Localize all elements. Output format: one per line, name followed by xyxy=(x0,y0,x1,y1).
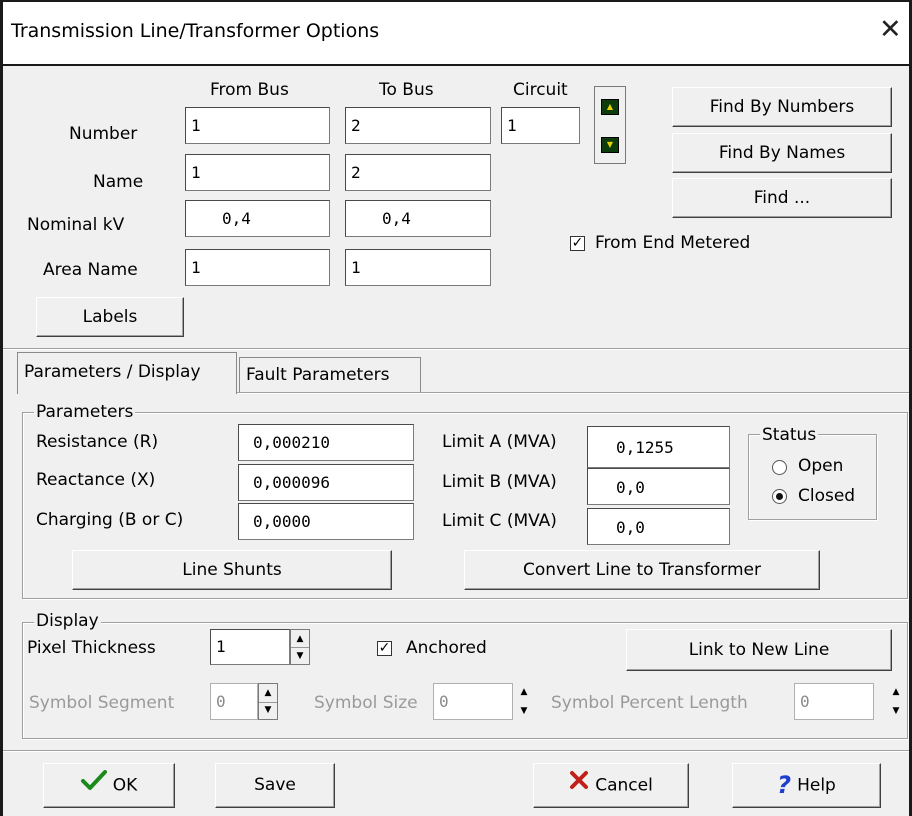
area-from-field[interactable]: 1 xyxy=(185,249,330,286)
status-group-title: Status xyxy=(760,425,819,445)
checkmark-icon xyxy=(80,764,107,807)
row-label-name: Name xyxy=(93,172,144,192)
name-to-field[interactable]: 2 xyxy=(345,154,491,191)
kv-to-field[interactable]: 0,4 xyxy=(345,200,491,237)
limit-c-field[interactable]: 0,0 xyxy=(587,508,730,545)
labels-button[interactable]: Labels xyxy=(36,297,184,337)
title-bar[interactable]: Transmission Line/Transformer Options ✕ xyxy=(3,2,909,66)
spin-up-icon[interactable]: ▲ xyxy=(887,683,905,702)
pixel-thickness-label: Pixel Thickness xyxy=(27,638,156,658)
row-label-number: Number xyxy=(69,124,138,144)
from-end-metered-label: From End Metered xyxy=(595,233,751,253)
find-button[interactable]: Find ... xyxy=(672,178,892,218)
symbol-segment-spinner[interactable]: ▲ ▼ xyxy=(258,683,278,720)
parameters-group-title: Parameters xyxy=(34,402,136,422)
spin-down-icon[interactable]: ▼ xyxy=(291,647,309,664)
circuit-field[interactable]: 1 xyxy=(501,107,580,144)
help-button[interactable]: ? Help xyxy=(732,763,881,808)
find-by-names-button[interactable]: Find By Names xyxy=(672,133,892,173)
name-from-field[interactable]: 1 xyxy=(185,154,330,191)
number-from-field[interactable]: 1 xyxy=(185,107,330,144)
footer-divider xyxy=(3,750,909,752)
dialog-window: Transmission Line/Transformer Options ✕ … xyxy=(0,0,912,816)
tab-fault-parameters[interactable]: Fault Parameters xyxy=(239,357,421,392)
save-button[interactable]: Save xyxy=(215,763,335,808)
spin-up-icon[interactable]: ▲ xyxy=(515,683,533,702)
row-label-nominal-kv: Nominal kV xyxy=(27,215,125,235)
question-mark-icon: ? xyxy=(777,771,792,799)
anchored-checkbox[interactable]: ✓ xyxy=(377,641,392,656)
status-closed-label: Closed xyxy=(798,486,856,506)
symbol-segment-label: Symbol Segment xyxy=(29,693,175,713)
area-to-field[interactable]: 1 xyxy=(345,249,491,286)
limit-b-label: Limit B (MVA) xyxy=(442,472,557,492)
row-label-area-name: Area Name xyxy=(43,260,138,280)
resistance-label: Resistance (R) xyxy=(36,432,159,452)
up-arrow-icon[interactable]: ▲ xyxy=(601,99,619,115)
spin-down-icon[interactable]: ▼ xyxy=(259,702,277,720)
circuit-spinner: ▲ ▼ xyxy=(594,86,626,164)
down-arrow-icon[interactable]: ▼ xyxy=(601,137,619,153)
limit-a-label: Limit A (MVA) xyxy=(442,432,557,452)
link-to-new-line-button[interactable]: Link to New Line xyxy=(626,629,892,671)
spin-up-icon[interactable]: ▲ xyxy=(291,630,309,648)
col-header-from-bus: From Bus xyxy=(210,80,289,100)
cancel-label: Cancel xyxy=(595,775,653,796)
col-header-circuit: Circuit xyxy=(513,80,568,100)
spin-down-icon[interactable]: ▼ xyxy=(515,702,533,721)
tab-parameters-display[interactable]: Parameters / Display xyxy=(17,352,237,394)
display-group-title: Display xyxy=(34,611,101,631)
reactance-label: Reactance (X) xyxy=(36,470,156,490)
ok-button[interactable]: OK xyxy=(43,763,175,808)
status-group xyxy=(748,434,877,520)
from-end-metered-checkbox[interactable]: ✓ xyxy=(570,236,585,251)
pixel-thickness-field[interactable]: 1 xyxy=(210,629,290,665)
limit-c-label: Limit C (MVA) xyxy=(442,511,557,531)
reactance-field[interactable]: 0,000096 xyxy=(238,464,414,501)
close-icon[interactable]: ✕ xyxy=(879,16,902,43)
symbol-percent-length-label: Symbol Percent Length xyxy=(551,693,748,713)
charging-label: Charging (B or C) xyxy=(36,510,184,530)
divider xyxy=(3,348,909,350)
symbol-segment-field[interactable]: 0 xyxy=(210,683,258,720)
limit-a-field[interactable]: 0,1255 xyxy=(587,426,730,468)
status-open-label: Open xyxy=(798,456,844,476)
cancel-button[interactable]: Cancel xyxy=(533,763,689,808)
symbol-percent-length-field[interactable]: 0 xyxy=(794,683,874,720)
resistance-field[interactable]: 0,000210 xyxy=(238,424,414,461)
cancel-x-icon xyxy=(569,764,589,807)
charging-field[interactable]: 0,0000 xyxy=(238,503,414,540)
number-to-field[interactable]: 2 xyxy=(345,107,491,144)
convert-line-to-transformer-button[interactable]: Convert Line to Transformer xyxy=(464,550,820,590)
symbol-size-field[interactable]: 0 xyxy=(433,683,513,720)
tab-parameters-display-label: Parameters / Display xyxy=(24,362,201,382)
status-closed-radio[interactable] xyxy=(772,489,787,504)
line-shunts-button[interactable]: Line Shunts xyxy=(72,550,392,590)
spin-up-icon[interactable]: ▲ xyxy=(259,684,277,703)
spin-down-icon[interactable]: ▼ xyxy=(887,702,905,721)
anchored-label: Anchored xyxy=(406,638,487,658)
ok-label: OK xyxy=(112,775,138,796)
pixel-thickness-spinner[interactable]: ▲ ▼ xyxy=(290,629,310,665)
help-label: Help xyxy=(797,775,836,796)
symbol-size-label: Symbol Size xyxy=(314,693,418,713)
symbol-size-spinner[interactable]: ▲ ▼ xyxy=(515,683,535,720)
col-header-to-bus: To Bus xyxy=(379,80,434,100)
find-by-numbers-button[interactable]: Find By Numbers xyxy=(672,87,892,127)
status-open-radio[interactable] xyxy=(772,460,787,475)
kv-from-field[interactable]: 0,4 xyxy=(185,200,330,237)
window-title: Transmission Line/Transformer Options xyxy=(11,20,380,42)
tab-fault-parameters-label: Fault Parameters xyxy=(246,365,390,385)
limit-b-field[interactable]: 0,0 xyxy=(587,468,730,505)
symbol-percent-spinner[interactable]: ▲ ▼ xyxy=(887,683,907,720)
